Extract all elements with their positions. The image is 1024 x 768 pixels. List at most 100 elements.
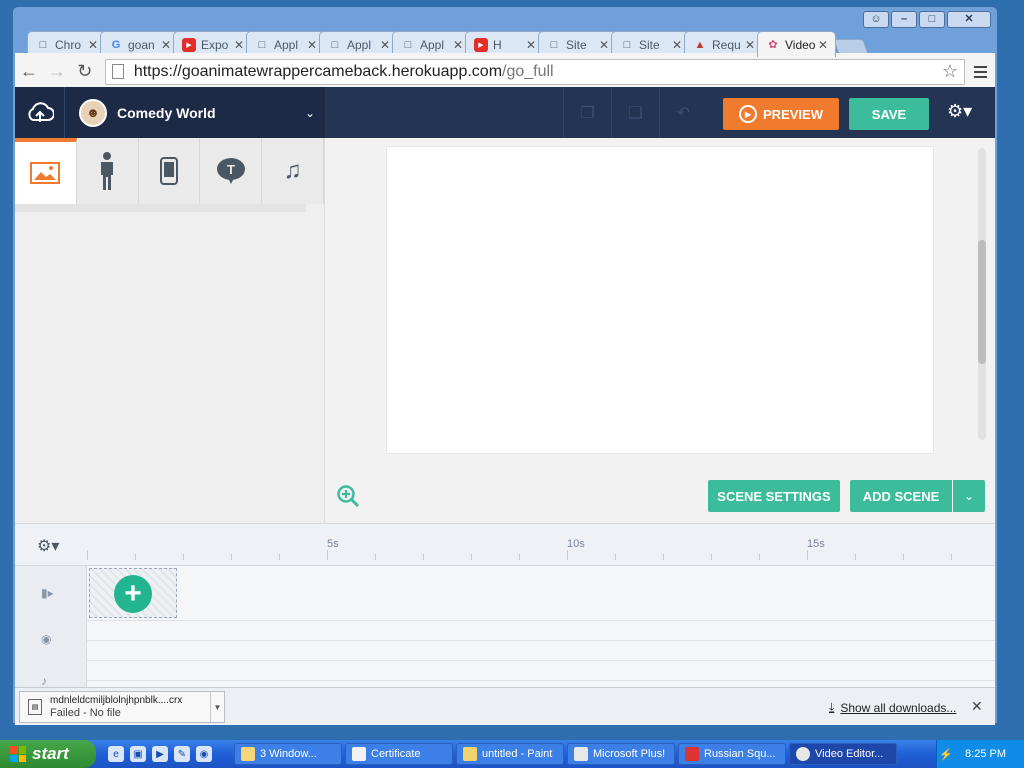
start-button[interactable]: start bbox=[0, 740, 96, 768]
paint-icon bbox=[463, 747, 477, 761]
phone-icon[interactable] bbox=[138, 138, 201, 204]
tab-title: Site bbox=[566, 37, 587, 52]
save-button[interactable]: SAVE bbox=[849, 98, 929, 130]
close-tab-icon[interactable]: ✕ bbox=[160, 38, 172, 52]
close-tab-icon[interactable]: ✕ bbox=[525, 38, 537, 52]
taskbar-item[interactable]: Microsoft Plus! bbox=[567, 743, 675, 765]
window-icon bbox=[352, 747, 366, 761]
timeline-settings-gear-icon[interactable]: ⚙▾ bbox=[37, 536, 59, 556]
music-note-icon: ♪ bbox=[41, 674, 47, 688]
ruler-tick bbox=[615, 554, 616, 560]
file-icon: ▤ bbox=[28, 699, 42, 715]
close-tab-icon[interactable]: ✕ bbox=[671, 38, 683, 52]
show-all-downloads-link[interactable]: ⤓ Show all downloads... bbox=[829, 700, 956, 715]
chrome-icon[interactable]: ◉ bbox=[196, 746, 212, 762]
taskbar-item-label: Video Editor... bbox=[815, 748, 884, 760]
app-icon: ✿ bbox=[768, 39, 778, 51]
tab-title: Appl bbox=[274, 37, 299, 52]
tab-title: Appl bbox=[347, 37, 372, 52]
stage-area: SCENE SETTINGS ADD SCENE ⌄ bbox=[326, 138, 995, 523]
taskbar-item[interactable]: 3 Window... bbox=[234, 743, 342, 765]
taskbar-item-active[interactable]: Video Editor... bbox=[789, 743, 897, 765]
close-tab-icon[interactable]: ✕ bbox=[379, 38, 391, 52]
tab-title: Appl bbox=[420, 37, 445, 52]
timeline-ruler[interactable]: 5s 10s 15s bbox=[87, 524, 995, 566]
ruler-tick bbox=[951, 554, 952, 560]
maximize-button[interactable]: □ bbox=[919, 11, 945, 28]
image-icon[interactable] bbox=[15, 138, 77, 204]
explorer-icon[interactable]: ▣ bbox=[130, 746, 146, 762]
tick-label: 5s bbox=[327, 538, 339, 550]
ruler-tick bbox=[183, 554, 184, 560]
character-icon[interactable] bbox=[76, 138, 139, 204]
taskbar-item[interactable]: untitled - Paint bbox=[456, 743, 564, 765]
settings-gear-icon[interactable]: ⚙▾ bbox=[947, 101, 972, 122]
scene-thumbnail[interactable]: + bbox=[89, 568, 177, 618]
close-tab-icon[interactable]: ✕ bbox=[233, 38, 245, 52]
chrome-menu-icon[interactable] bbox=[965, 58, 995, 86]
scene-settings-button[interactable]: SCENE SETTINGS bbox=[708, 480, 840, 512]
download-item[interactable]: ▤ mdnleldcmiljblolnjhpnblk....crx Failed… bbox=[19, 691, 225, 723]
close-tab-icon[interactable]: ✕ bbox=[598, 38, 610, 52]
close-tab-icon[interactable]: ✕ bbox=[306, 38, 318, 52]
minimize-button[interactable]: – bbox=[891, 11, 917, 28]
taskbar-item[interactable]: Certificate bbox=[345, 743, 453, 765]
paste-icon[interactable]: ❏ bbox=[611, 87, 659, 138]
theme-name[interactable]: Comedy World bbox=[117, 105, 305, 121]
paint-icon[interactable]: ✎ bbox=[174, 746, 190, 762]
network-icon[interactable]: ⚡ bbox=[939, 748, 953, 761]
text-bubble-icon[interactable]: T bbox=[200, 138, 263, 204]
close-tab-icon[interactable]: ✕ bbox=[817, 38, 829, 52]
page-info-icon[interactable] bbox=[111, 64, 124, 79]
music-icon[interactable]: ♫ bbox=[262, 138, 324, 204]
ruler-tick bbox=[711, 554, 712, 560]
plus-icon bbox=[574, 747, 588, 761]
tab-title: goan bbox=[128, 37, 155, 52]
ruler-tick bbox=[327, 550, 328, 560]
timeline: ⚙▾ 5s 10s 15s ▮▸ ◉ ♪ + bbox=[15, 523, 995, 688]
quick-launch: e ▣ ▶ ✎ ◉ bbox=[108, 746, 234, 762]
scrollbar-thumb[interactable] bbox=[978, 240, 986, 364]
ruler-tick bbox=[903, 554, 904, 560]
theme-avatar[interactable]: ☻ bbox=[79, 98, 107, 127]
windows-logo-icon bbox=[10, 746, 26, 762]
game-icon bbox=[685, 747, 699, 761]
svg-text:T: T bbox=[227, 162, 235, 177]
page-icon: □ bbox=[623, 38, 631, 51]
profile-icon[interactable]: ☺ bbox=[863, 11, 889, 28]
cloud-upload-icon[interactable] bbox=[15, 87, 65, 138]
close-icon[interactable]: ✕ bbox=[971, 698, 983, 715]
back-icon[interactable]: ← bbox=[15, 58, 43, 86]
ie-icon[interactable]: e bbox=[108, 746, 124, 762]
close-tab-icon[interactable]: ✕ bbox=[452, 38, 464, 52]
stage-scrollbar[interactable] bbox=[978, 148, 986, 440]
scene-canvas[interactable] bbox=[386, 146, 934, 454]
close-window-button[interactable]: ✕ bbox=[947, 11, 991, 28]
ruler-tick bbox=[423, 554, 424, 560]
chevron-down-icon[interactable]: ⌄ bbox=[305, 106, 315, 120]
chevron-down-icon[interactable]: ⌄ bbox=[953, 480, 985, 512]
zoom-in-icon[interactable] bbox=[336, 484, 360, 508]
add-icon[interactable]: + bbox=[114, 575, 152, 613]
media-player-icon[interactable]: ▶ bbox=[152, 746, 168, 762]
track-divider bbox=[87, 680, 995, 681]
ruler-tick bbox=[375, 554, 376, 560]
reload-icon[interactable]: ↻ bbox=[71, 58, 99, 86]
tab-title: Chro bbox=[55, 37, 82, 52]
add-scene-button[interactable]: ADD SCENE bbox=[850, 480, 952, 512]
preview-button[interactable]: ▶ PREVIEW bbox=[723, 98, 839, 130]
google-icon: G bbox=[111, 38, 121, 51]
copy-icon[interactable]: ❐ bbox=[563, 87, 611, 138]
timeline-header: ⚙▾ 5s 10s 15s bbox=[15, 524, 995, 566]
bookmark-star-icon[interactable]: ☆ bbox=[942, 61, 958, 82]
track-divider bbox=[87, 660, 995, 661]
close-tab-icon[interactable]: ✕ bbox=[744, 38, 756, 52]
chevron-down-icon[interactable]: ▼ bbox=[210, 692, 224, 722]
undo-icon[interactable]: ↶ bbox=[659, 87, 707, 138]
chrome-window: ☺ – □ ✕ □ Chro ✕ Ggoan ✕ ▶ Expo ✕ □ Appl ✕ □ App… bbox=[12, 6, 998, 725]
close-tab-icon[interactable]: ✕ bbox=[87, 38, 99, 52]
address-bar[interactable]: https://goanimatewrappercameback.herokua… bbox=[104, 58, 966, 85]
forward-icon[interactable]: → bbox=[43, 58, 71, 86]
taskbar-item[interactable]: Russian Squ... bbox=[678, 743, 786, 765]
browser-tab-active[interactable]: ✿ Video ✕ bbox=[757, 31, 836, 57]
